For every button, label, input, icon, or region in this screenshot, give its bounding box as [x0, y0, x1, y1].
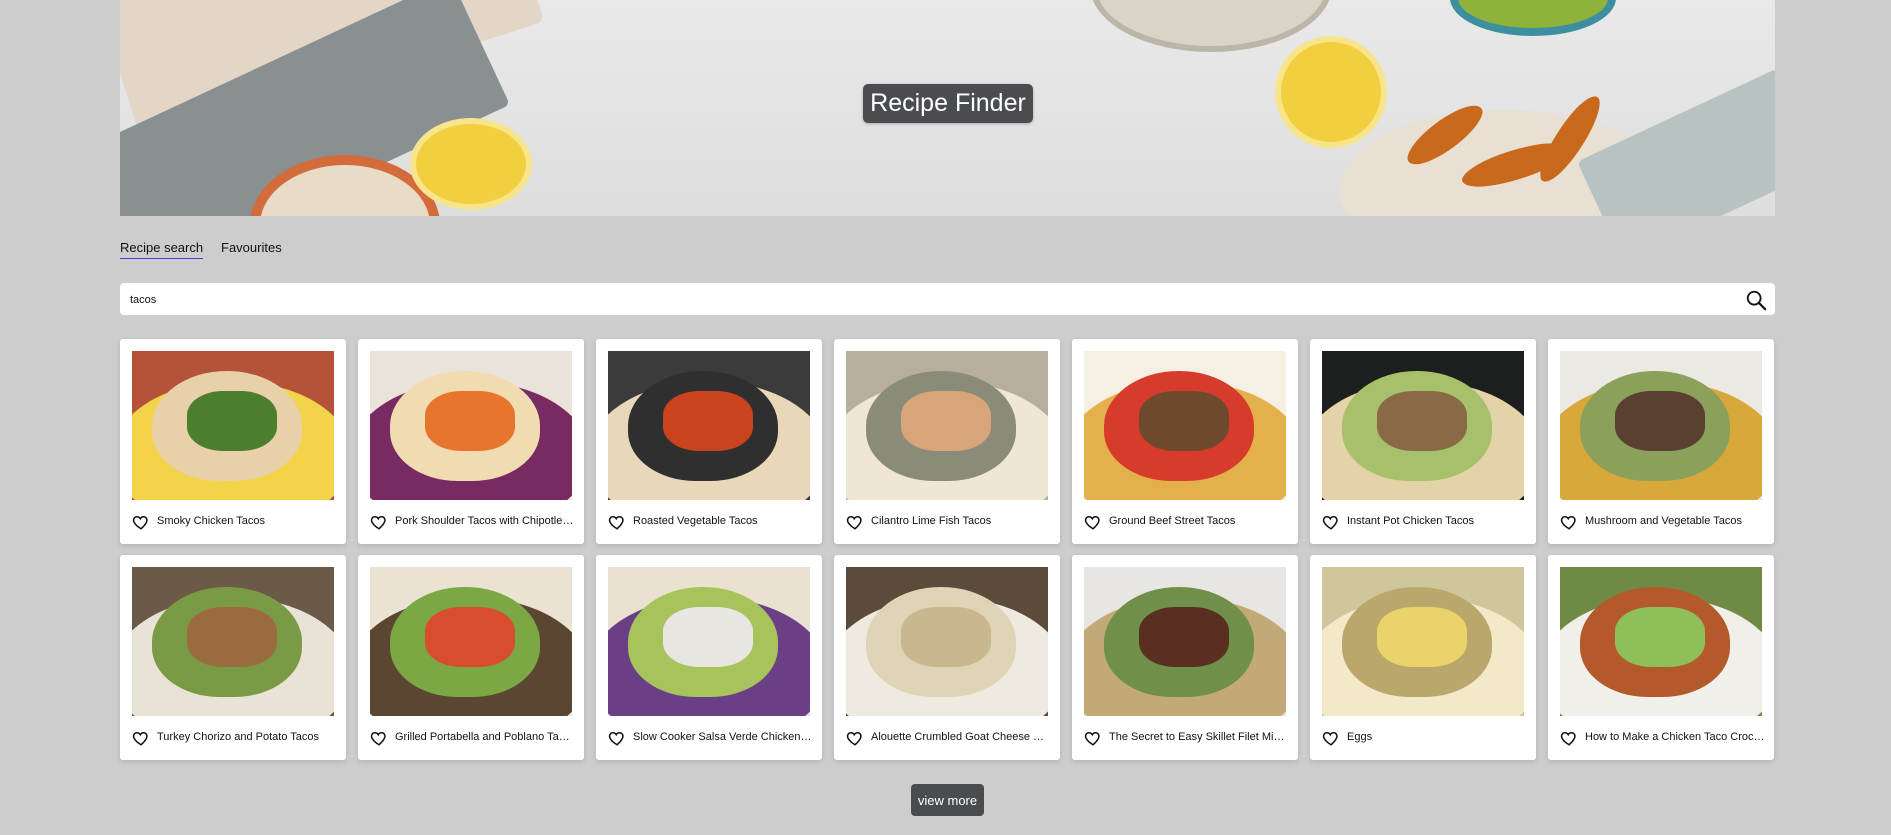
- hero-salsa-bowl-image: [1450, 0, 1616, 36]
- recipe-image[interactable]: [132, 567, 334, 716]
- heart-icon[interactable]: [608, 729, 626, 747]
- recipe-image-filling: [1139, 607, 1229, 667]
- recipe-image[interactable]: [1084, 567, 1286, 716]
- recipe-image[interactable]: [608, 351, 810, 500]
- recipe-image[interactable]: [1322, 567, 1524, 716]
- search-input[interactable]: [128, 283, 1732, 317]
- heart-icon[interactable]: [1560, 513, 1578, 531]
- recipe-image-filling: [1377, 607, 1467, 667]
- heart-icon[interactable]: [370, 729, 388, 747]
- hero-lemon-image: [410, 118, 532, 210]
- tab-recipe-search[interactable]: Recipe search: [120, 240, 204, 259]
- tab-favourites[interactable]: Favourites: [221, 240, 282, 258]
- recipe-card[interactable]: Instant Pot Chicken Tacos: [1310, 339, 1536, 544]
- recipe-card[interactable]: Grilled Portabella and Poblano Tacos: [358, 555, 584, 760]
- recipe-image[interactable]: [1322, 351, 1524, 500]
- app-title: Recipe Finder: [863, 84, 1033, 123]
- recipe-title[interactable]: Cilantro Lime Fish Tacos: [871, 515, 1051, 527]
- heart-icon[interactable]: [1322, 513, 1340, 531]
- recipe-image-filling: [901, 391, 991, 451]
- recipe-image-filling: [1615, 391, 1705, 451]
- recipe-card[interactable]: Alouette Crumbled Goat Cheese Pr…: [834, 555, 1060, 760]
- recipe-title[interactable]: Slow Cooker Salsa Verde Chicken …: [633, 731, 813, 743]
- heart-icon[interactable]: [608, 513, 626, 531]
- recipe-image[interactable]: [846, 351, 1048, 500]
- recipe-image[interactable]: [370, 567, 572, 716]
- recipe-image-filling: [663, 607, 753, 667]
- recipe-image-filling: [663, 391, 753, 451]
- recipe-title[interactable]: Smoky Chicken Tacos: [157, 515, 337, 527]
- recipe-card[interactable]: Cilantro Lime Fish Tacos: [834, 339, 1060, 544]
- heart-icon[interactable]: [1560, 729, 1578, 747]
- view-more-button[interactable]: view more: [911, 784, 984, 816]
- recipe-image[interactable]: [1560, 567, 1762, 716]
- recipe-image[interactable]: [1560, 351, 1762, 500]
- recipe-card[interactable]: The Secret to Easy Skillet Filet Mig…: [1072, 555, 1298, 760]
- recipe-image[interactable]: [608, 567, 810, 716]
- heart-icon[interactable]: [1084, 513, 1102, 531]
- recipe-title[interactable]: Pork Shoulder Tacos with Chipotle …: [395, 515, 575, 527]
- recipe-image[interactable]: [1084, 351, 1286, 500]
- recipe-image-filling: [1615, 607, 1705, 667]
- hero-plate-image: [1090, 0, 1332, 52]
- recipe-card[interactable]: How to Make a Chicken Taco Crock…: [1548, 555, 1774, 760]
- recipe-card[interactable]: Roasted Vegetable Tacos: [596, 339, 822, 544]
- heart-icon[interactable]: [846, 729, 864, 747]
- recipe-title[interactable]: Alouette Crumbled Goat Cheese Pr…: [871, 731, 1051, 743]
- recipe-card[interactable]: Pork Shoulder Tacos with Chipotle …: [358, 339, 584, 544]
- recipe-title[interactable]: Eggs: [1347, 731, 1527, 743]
- recipe-card[interactable]: Turkey Chorizo and Potato Tacos: [120, 555, 346, 760]
- recipe-image-filling: [187, 607, 277, 667]
- recipe-card[interactable]: Smoky Chicken Tacos: [120, 339, 346, 544]
- recipe-image-filling: [901, 607, 991, 667]
- heart-icon[interactable]: [846, 513, 864, 531]
- heart-icon[interactable]: [132, 729, 150, 747]
- recipe-image-filling: [425, 391, 515, 451]
- recipe-card[interactable]: Eggs: [1310, 555, 1536, 760]
- recipe-image[interactable]: [370, 351, 572, 500]
- recipe-title[interactable]: Ground Beef Street Tacos: [1109, 515, 1289, 527]
- recipe-image-filling: [1377, 391, 1467, 451]
- heart-icon[interactable]: [370, 513, 388, 531]
- recipe-title[interactable]: Turkey Chorizo and Potato Tacos: [157, 731, 337, 743]
- recipe-image-filling: [1139, 391, 1229, 451]
- search-bar: [120, 283, 1775, 317]
- recipe-title[interactable]: Mushroom and Vegetable Tacos: [1585, 515, 1765, 527]
- recipe-title[interactable]: Grilled Portabella and Poblano Tacos: [395, 731, 575, 743]
- recipe-card[interactable]: Slow Cooker Salsa Verde Chicken …: [596, 555, 822, 760]
- recipe-title[interactable]: How to Make a Chicken Taco Crock…: [1585, 731, 1765, 743]
- recipe-title[interactable]: The Secret to Easy Skillet Filet Mig…: [1109, 731, 1289, 743]
- recipe-image[interactable]: [846, 567, 1048, 716]
- heart-icon[interactable]: [1322, 729, 1340, 747]
- recipe-image[interactable]: [132, 351, 334, 500]
- recipe-card[interactable]: Mushroom and Vegetable Tacos: [1548, 339, 1774, 544]
- recipe-title[interactable]: Instant Pot Chicken Tacos: [1347, 515, 1527, 527]
- recipe-image-filling: [187, 391, 277, 451]
- heart-icon[interactable]: [132, 513, 150, 531]
- recipe-image-filling: [425, 607, 515, 667]
- search-icon[interactable]: [1745, 289, 1767, 311]
- recipe-card[interactable]: Ground Beef Street Tacos: [1072, 339, 1298, 544]
- heart-icon[interactable]: [1084, 729, 1102, 747]
- hero-lemon-2-image: [1275, 36, 1387, 148]
- recipe-title[interactable]: Roasted Vegetable Tacos: [633, 515, 813, 527]
